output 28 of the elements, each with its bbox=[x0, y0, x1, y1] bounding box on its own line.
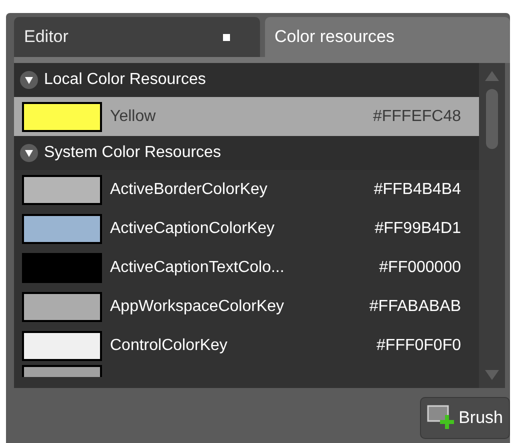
resource-row[interactable]: ActiveCaptionTextColo... #FF000000 bbox=[14, 248, 479, 287]
tab[interactable]: Color resources bbox=[264, 17, 510, 57]
resource-row[interactable]: ActiveBorderColorKey #FFB4B4B4 bbox=[14, 170, 479, 209]
resource-value: #FFFEFC48 bbox=[372, 106, 461, 126]
tab[interactable]: Editor bbox=[14, 17, 260, 57]
resource-name: ControlColorKey bbox=[110, 336, 228, 356]
resource-value: #FFABABAB bbox=[369, 296, 461, 316]
resource-row[interactable]: ActiveCaptionColorKey #FF99B4D1 bbox=[14, 209, 479, 248]
resource-row[interactable]: Yellow #FFFEFC48 bbox=[14, 97, 479, 136]
add-brush-icon bbox=[426, 405, 455, 431]
resource-name: AppWorkspaceColorKey bbox=[110, 296, 284, 316]
resource-row[interactable]: ControlColorKey #FFF0F0F0 bbox=[14, 326, 479, 365]
resource-name: ActiveBorderColorKey bbox=[110, 180, 268, 200]
resource-name: ActiveCaptionTextColo... bbox=[110, 258, 284, 278]
scrollbar[interactable] bbox=[479, 63, 505, 388]
resource-value: #FFB4B4B4 bbox=[374, 180, 461, 200]
resource-name: Yellow bbox=[110, 106, 156, 126]
resource-value: #FFF0F0F0 bbox=[376, 336, 461, 356]
resource-value: #FF99B4D1 bbox=[374, 218, 461, 238]
group-header[interactable]: Local Color Resources bbox=[14, 63, 479, 97]
expander-icon[interactable] bbox=[20, 71, 38, 89]
expander-icon[interactable] bbox=[20, 144, 38, 162]
scrollbar-thumb[interactable] bbox=[486, 89, 498, 149]
resource-row[interactable]: AppWorkspaceColorKey #FFABABAB bbox=[14, 287, 479, 326]
brush-button[interactable]: Brush bbox=[420, 397, 510, 439]
group-header[interactable]: System Color Resources bbox=[14, 136, 479, 170]
resource-name: ActiveCaptionColorKey bbox=[110, 218, 275, 238]
resource-value: #FF000000 bbox=[379, 258, 461, 278]
